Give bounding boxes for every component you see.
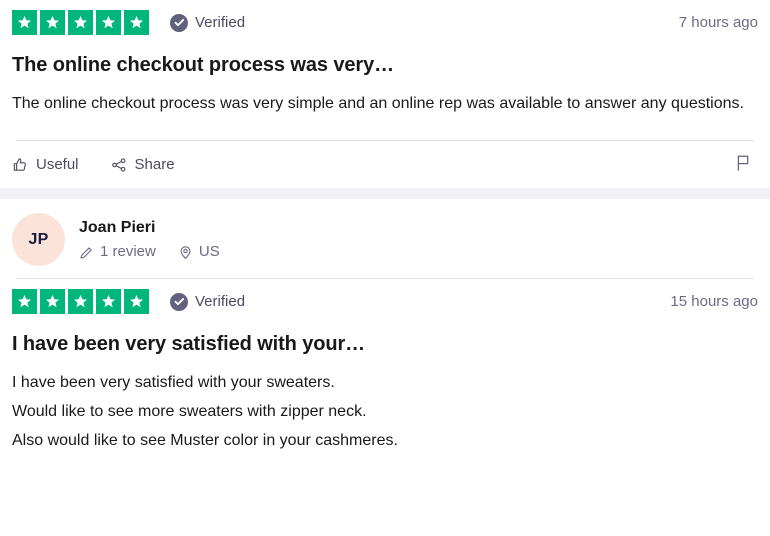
avatar-initials: JP xyxy=(28,230,49,248)
rating-row: Verified 7 hours ago xyxy=(12,0,758,43)
review-timestamp: 7 hours ago xyxy=(678,14,758,31)
star-icon xyxy=(96,10,121,35)
review-body-line: Also would like to see Muster color in y… xyxy=(12,432,398,449)
review-card-2: JP Joan Pieri 1 review US Verified 15 ho… xyxy=(0,199,770,455)
verified-badge-group: Verified xyxy=(170,292,246,311)
star-rating xyxy=(12,289,149,314)
review-title[interactable]: The online checkout process was very… xyxy=(12,52,758,78)
review-body-line: Would like to see more sweaters with zip… xyxy=(12,403,367,420)
pencil-icon xyxy=(79,245,94,260)
share-button[interactable]: Share xyxy=(111,156,175,173)
review-body: The online checkout process was very sim… xyxy=(12,95,744,112)
star-icon xyxy=(124,289,149,314)
star-icon xyxy=(40,10,65,35)
review-list: Verified 7 hours ago The online checkout… xyxy=(0,0,770,536)
star-icon xyxy=(96,289,121,314)
author-stats: 1 review US xyxy=(79,243,220,261)
flag-icon xyxy=(735,154,752,175)
rating-row: Verified 15 hours ago xyxy=(12,279,758,322)
star-icon xyxy=(12,10,37,35)
star-icon xyxy=(68,10,93,35)
review-title[interactable]: I have been very satisfied with your… xyxy=(12,331,758,357)
check-circle-icon xyxy=(170,13,188,32)
review-action-bar: Useful Share xyxy=(12,141,758,188)
useful-button[interactable]: Useful xyxy=(12,156,79,173)
review-card-1: Verified 7 hours ago The online checkout… xyxy=(0,0,770,188)
author-meta: Joan Pieri 1 review US xyxy=(79,218,220,261)
verified-label: Verified xyxy=(195,293,246,310)
author-location-label: US xyxy=(198,243,220,260)
review-body: I have been very satisfied with your swe… xyxy=(12,368,752,455)
thumbs-up-icon xyxy=(12,157,28,173)
avatar: JP xyxy=(12,213,65,266)
verified-badge-group: Verified xyxy=(170,13,246,32)
useful-label: Useful xyxy=(36,156,79,173)
verified-label: Verified xyxy=(195,14,246,31)
check-circle-icon xyxy=(170,292,188,311)
author-review-count-label: 1 review xyxy=(100,243,156,260)
author-review-count: 1 review xyxy=(79,243,156,261)
star-icon xyxy=(12,289,37,314)
review-separator xyxy=(0,188,770,199)
review-author-header[interactable]: JP Joan Pieri 1 review US xyxy=(12,199,758,278)
review-body-line: I have been very satisfied with your swe… xyxy=(12,374,335,391)
author-name[interactable]: Joan Pieri xyxy=(79,218,220,238)
report-button[interactable] xyxy=(735,154,752,175)
star-icon xyxy=(68,289,93,314)
review-timestamp: 15 hours ago xyxy=(670,293,758,310)
map-pin-icon xyxy=(178,245,193,260)
star-icon xyxy=(124,10,149,35)
share-label: Share xyxy=(134,156,175,173)
share-icon xyxy=(111,157,127,173)
star-icon xyxy=(40,289,65,314)
author-location: US xyxy=(178,243,220,261)
star-rating xyxy=(12,10,149,35)
